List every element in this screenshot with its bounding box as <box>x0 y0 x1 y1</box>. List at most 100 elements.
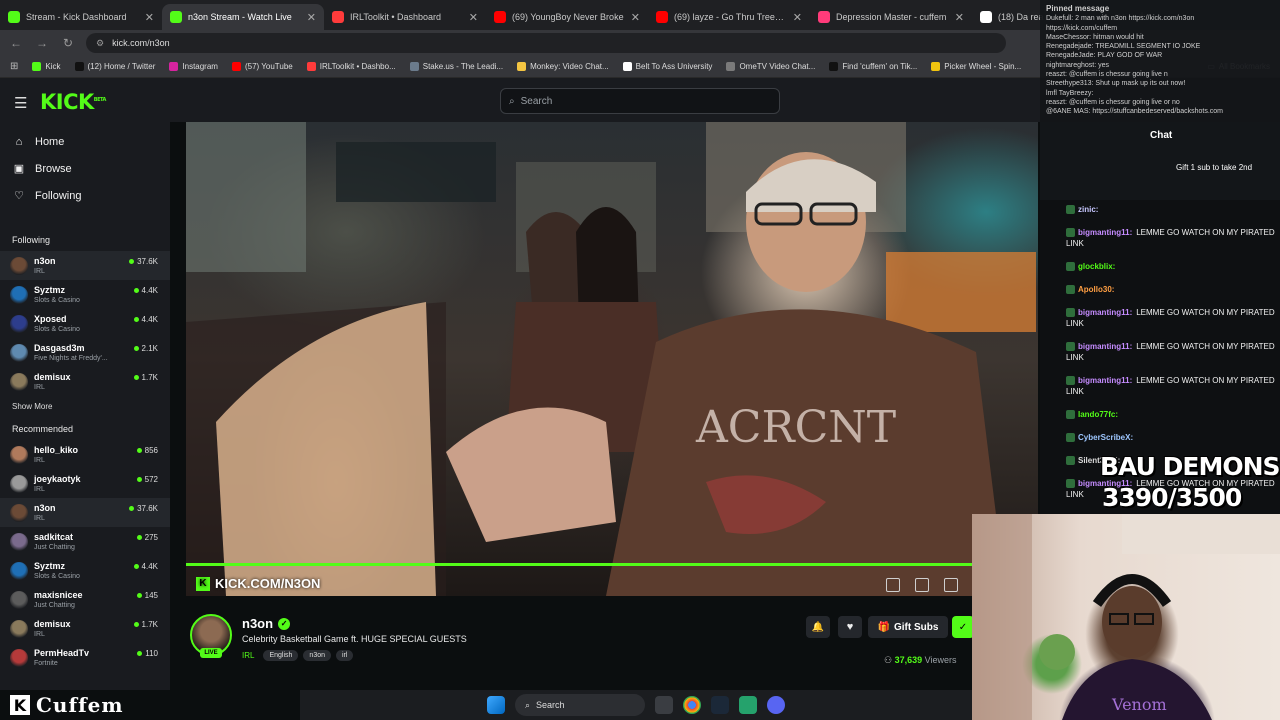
browser-tab[interactable]: (69) layze - Go Thru Trees ft. Sk ✕ <box>648 4 810 30</box>
bookmark-item[interactable]: Picker Wheel - Spin... <box>931 62 1021 71</box>
tab-favicon-icon <box>8 11 20 23</box>
stream-tag[interactable]: irl <box>336 650 354 661</box>
channel-item[interactable]: demisux IRL 1.7K <box>0 367 170 396</box>
sidebar: ⌂ Home ▣ Browse ♡ Following Following n3on IRL 37… <box>0 122 170 690</box>
channel-text: Syztmz Slots & Casino <box>34 285 80 305</box>
stream-tag[interactable]: English <box>263 650 299 661</box>
streamer-name[interactable]: n3on <box>242 616 273 631</box>
menu-icon[interactable]: ☰ <box>14 94 27 112</box>
tab-close-icon[interactable]: ✕ <box>307 11 316 24</box>
site-info-icon[interactable]: ⚙ <box>96 38 104 49</box>
channel-item[interactable]: sadkitcat Just Chatting 275 <box>0 527 170 556</box>
browser-tab[interactable]: (69) YoungBoy Never Broke ✕ <box>486 4 648 30</box>
browser-tab[interactable]: IRLToolkit • Dashboard ✕ <box>324 4 486 30</box>
live-dot-icon <box>133 622 139 627</box>
channel-viewer-count: 4.4K <box>141 562 158 571</box>
bookmark-favicon-icon <box>74 62 84 71</box>
channel-viewer-count: 37.6K <box>137 504 158 513</box>
channel-viewer-count: 37.6K <box>137 257 158 266</box>
stream-category[interactable]: IRL <box>242 651 254 660</box>
channel-item[interactable]: n3on IRL 37.6K <box>0 251 170 280</box>
channel-item[interactable]: joeykaotyk IRL 572 <box>0 469 170 498</box>
tab-close-icon[interactable]: ✕ <box>793 11 802 24</box>
pinned-chat-line: Renegadejade: TREADMILL SEGMENT IO JOKE <box>1046 43 1201 51</box>
bookmark-item[interactable]: Instagram <box>169 62 218 71</box>
task-view-icon[interactable] <box>655 696 673 714</box>
tab-close-icon[interactable]: ✕ <box>631 11 640 24</box>
subscribe-button[interactable]: ✓ <box>952 616 974 638</box>
tab-close-icon[interactable]: ✕ <box>469 11 478 24</box>
chat-username[interactable]: bigmanting11: <box>1078 308 1132 317</box>
nav-following[interactable]: ♡ Following <box>0 182 170 209</box>
channel-avatar <box>10 372 28 391</box>
chrome-icon[interactable] <box>683 696 701 714</box>
kick-logo[interactable]: KICKBETA <box>40 90 106 114</box>
address-bar[interactable]: ⚙ kick.com/n3on <box>86 33 1006 53</box>
tab-close-icon[interactable]: ✕ <box>145 11 154 24</box>
channel-item[interactable]: demisux IRL 1.7K <box>0 614 170 643</box>
reload-icon[interactable]: ↻ <box>60 36 76 50</box>
back-icon[interactable]: ← <box>8 36 24 50</box>
browser-tab[interactable]: Depression Master - cuffem ✕ <box>810 4 972 30</box>
chat-username[interactable]: zinic: <box>1078 205 1098 214</box>
channel-text: n3on IRL <box>34 503 56 523</box>
bookmark-item[interactable]: IRLToolkit • Dashbo... <box>306 62 396 71</box>
chat-username[interactable]: CyberScribeX: <box>1078 433 1133 442</box>
follow-heart-button[interactable]: ♥ <box>838 616 862 638</box>
chat-username[interactable]: bigmanting11: <box>1078 376 1132 385</box>
channel-item[interactable]: Dasgasd3m Five Nights at Freddy'... 2.1K <box>0 338 170 367</box>
channel-item[interactable]: Syztmz Slots & Casino 4.4K <box>0 280 170 309</box>
gift-subs-button[interactable]: 🎁 Gift Subs <box>868 616 948 638</box>
tab-close-icon[interactable]: ✕ <box>955 11 964 24</box>
notification-bell-button[interactable]: 🔔 <box>806 616 830 638</box>
stream-tag[interactable]: n3on <box>303 650 331 661</box>
chat-username[interactable]: bigmanting11: <box>1078 342 1132 351</box>
channel-viewer-count: 110 <box>145 649 158 658</box>
bookmark-item[interactable]: Belt To Ass University <box>622 62 712 71</box>
chat-username[interactable]: bigmanting11: <box>1078 228 1132 237</box>
channel-avatar <box>10 285 28 304</box>
channel-item[interactable]: Xposed Slots & Casino 4.4K <box>0 309 170 338</box>
app-icon[interactable] <box>739 696 757 714</box>
steam-icon[interactable] <box>711 696 729 714</box>
nav-home[interactable]: ⌂ Home <box>0 128 170 155</box>
channel-item[interactable]: hello_kiko IRL 856 <box>0 440 170 469</box>
chat-username[interactable]: lando77fc: <box>1078 410 1118 419</box>
bookmark-item[interactable]: Kick <box>32 62 61 71</box>
chat-badge-icon <box>1066 410 1075 420</box>
channel-item[interactable]: PermHeadTv Fortnite 110 <box>0 643 170 672</box>
chat-header: Chat <box>1150 130 1173 141</box>
bookmark-favicon-icon <box>931 62 941 71</box>
bookmark-item[interactable]: OmeTV Video Chat... <box>726 62 815 71</box>
bookmark-item[interactable]: (12) Home / Twitter <box>74 62 155 71</box>
theater-mode-icon[interactable] <box>915 578 929 592</box>
bookmark-item[interactable]: Monkey: Video Chat... <box>517 62 609 71</box>
chat-badge-icon <box>1066 342 1075 352</box>
browser-tab[interactable]: n3on Stream - Watch Live ✕ <box>162 4 324 30</box>
taskbar-search[interactable]: ⌕ Search <box>515 694 645 716</box>
browser-tab[interactable]: Stream - Kick Dashboard ✕ <box>0 4 162 30</box>
home-icon: ⌂ <box>15 135 23 148</box>
bookmark-item[interactable]: Stake.us - The Leadi... <box>409 62 503 71</box>
chat-username[interactable]: Apollo30: <box>1078 285 1114 294</box>
windows-start-icon[interactable] <box>487 696 505 714</box>
pip-icon[interactable] <box>886 578 900 592</box>
nav-browse[interactable]: ▣ Browse <box>0 155 170 182</box>
channel-item[interactable]: maxisnicee Just Chatting 145 <box>0 585 170 614</box>
channel-item[interactable]: n3on IRL 37.6K <box>0 498 170 527</box>
fullscreen-icon[interactable] <box>944 578 958 592</box>
bookmark-item[interactable]: (57) YouTube <box>231 62 293 71</box>
bookmark-label: IRLToolkit • Dashbo... <box>319 62 396 71</box>
channel-item[interactable]: Syztmz Slots & Casino 4.4K <box>0 556 170 585</box>
apps-icon[interactable]: ⊞ <box>10 61 18 72</box>
gift-sub-banner[interactable]: Gift 1 sub to take 2nd <box>1176 163 1276 172</box>
forward-icon[interactable]: → <box>34 36 50 50</box>
chat-username[interactable]: glockblix: <box>1078 262 1115 271</box>
video-progress-bar[interactable] <box>186 563 976 566</box>
discord-icon[interactable] <box>767 696 785 714</box>
show-more-link[interactable]: Show More <box>0 396 170 416</box>
bookmark-item[interactable]: Find 'cuffem' on Tik... <box>829 62 917 71</box>
search-input[interactable]: ⌕ Search <box>500 88 780 114</box>
video-player[interactable]: ACRCNT <box>186 122 1038 596</box>
